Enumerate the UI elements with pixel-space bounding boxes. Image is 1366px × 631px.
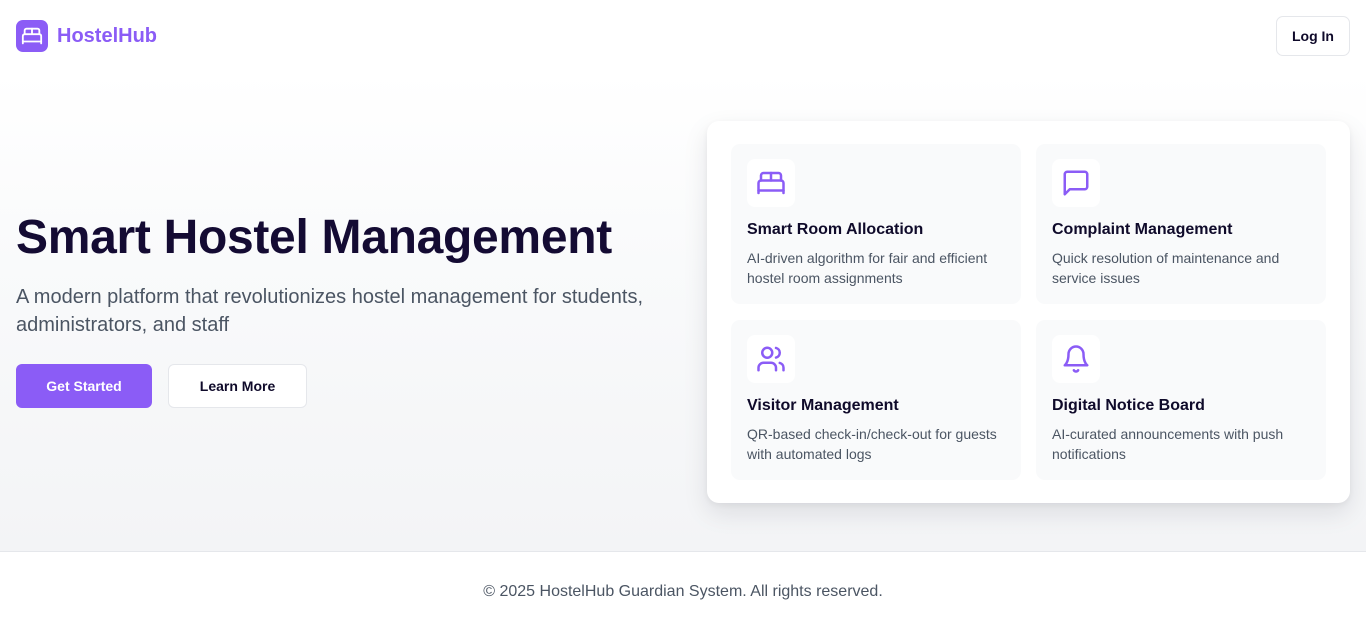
message-square-icon	[1052, 159, 1100, 207]
hero-actions: Get Started Learn More	[16, 364, 676, 408]
feature-title: Digital Notice Board	[1052, 397, 1205, 414]
page: HostelHub Log In Smart Hostel Management…	[0, 0, 1366, 631]
footer: © 2025 HostelHub Guardian System. All ri…	[0, 551, 1366, 631]
login-button[interactable]: Log In	[1276, 16, 1350, 56]
bed-icon	[16, 20, 48, 52]
top-navbar: HostelHub Log In	[0, 0, 1366, 72]
feature-smart-room-allocation: Smart Room Allocation AI-driven algorith…	[731, 144, 1021, 304]
hero-title: Smart Hostel Management	[16, 211, 612, 264]
hero-subtitle: A modern platform that revolutionizes ho…	[16, 286, 644, 336]
features-grid: Smart Room Allocation AI-driven algorith…	[731, 144, 1326, 480]
copyright-text: © 2025 HostelHub Guardian System. All ri…	[483, 582, 883, 600]
get-started-button[interactable]: Get Started	[16, 364, 152, 408]
bell-icon	[1052, 335, 1100, 383]
feature-description: Quick resolution of maintenance and serv…	[1052, 250, 1280, 286]
features-card: Smart Room Allocation AI-driven algorith…	[707, 121, 1350, 503]
feature-description: AI-curated announcements with push notif…	[1052, 426, 1284, 462]
feature-visitor-management: Visitor Management QR-based check-in/che…	[731, 320, 1021, 480]
feature-title: Complaint Management	[1052, 221, 1233, 238]
feature-title: Visitor Management	[747, 397, 899, 414]
hero-section: Smart Hostel Management A modern platfor…	[0, 72, 1366, 551]
hero-content: Smart Hostel Management A modern platfor…	[16, 210, 676, 408]
users-icon	[747, 335, 795, 383]
feature-title: Smart Room Allocation	[747, 221, 924, 238]
brand[interactable]: HostelHub	[16, 20, 157, 52]
feature-description: AI-driven algorithm for fair and efficie…	[747, 250, 988, 286]
feature-complaint-management: Complaint Management Quick resolution of…	[1036, 144, 1326, 304]
brand-name: HostelHub	[57, 24, 157, 47]
learn-more-button[interactable]: Learn More	[168, 364, 307, 408]
feature-digital-notice-board: Digital Notice Board AI-curated announce…	[1036, 320, 1326, 480]
bed-icon	[747, 159, 795, 207]
feature-description: QR-based check-in/check-out for guests w…	[747, 426, 997, 462]
